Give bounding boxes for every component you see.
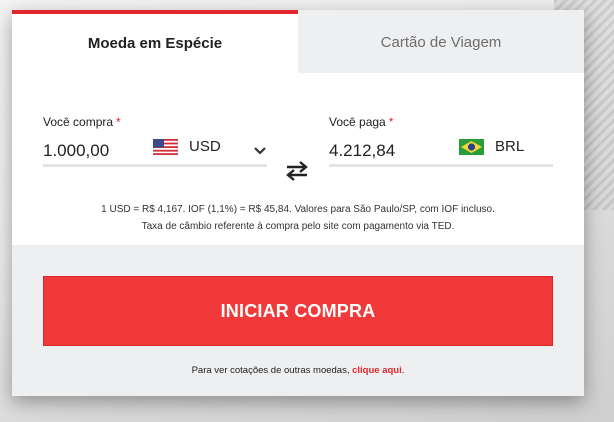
- buy-label: Você compra *: [43, 115, 121, 129]
- other-currencies-note: Para ver cotações de outras moedas, cliq…: [191, 365, 405, 376]
- pay-currency-code: BRL: [495, 138, 525, 155]
- action-area: INICIAR COMPRA Para ver cotações de outr…: [12, 245, 584, 396]
- buy-row: USD: [43, 135, 267, 167]
- required-mark: *: [116, 115, 121, 129]
- pay-field: Você paga* BRL: [329, 115, 553, 167]
- pay-label: Você paga *: [329, 115, 394, 129]
- start-purchase-button[interactable]: INICIAR COMPRA: [43, 276, 553, 346]
- pay-currency-display: BRL: [459, 138, 524, 155]
- rate-info-line: 1 USD = R$ 4,167. IOF (1,1%) = R$ 45,84.…: [101, 204, 495, 215]
- required-mark: *: [388, 115, 394, 129]
- pay-row: BRL: [329, 135, 553, 167]
- exchange-widget: Moeda em Espécie Cartão de Viagem Você c…: [12, 10, 584, 396]
- tab-moeda-especie[interactable]: Moeda em Espécie: [12, 10, 298, 73]
- buy-currency-select[interactable]: USD: [153, 138, 221, 155]
- buy-amount-input[interactable]: [43, 141, 153, 161]
- exchange-info: 1 USD = R$ 4,167. IOF (1,1%) = R$ 45,84.…: [12, 201, 584, 235]
- rate-note-line: Taxa de câmbio referente à compra pelo s…: [141, 221, 455, 232]
- chevron-down-icon[interactable]: [253, 144, 267, 158]
- exchange-form: Você compra* USD: [12, 73, 584, 245]
- br-flag-icon: [459, 138, 484, 155]
- tab-bar: Moeda em Espécie Cartão de Viagem: [12, 10, 584, 73]
- tab-cartao-viagem[interactable]: Cartão de Viagem: [298, 10, 584, 73]
- buy-field: Você compra* USD: [43, 115, 267, 167]
- us-flag-icon: [153, 138, 178, 155]
- click-here-link[interactable]: clique aqui: [352, 365, 402, 376]
- swap-icon[interactable]: [284, 160, 310, 182]
- pay-amount-input[interactable]: [329, 141, 439, 161]
- buy-currency-code: USD: [189, 138, 221, 155]
